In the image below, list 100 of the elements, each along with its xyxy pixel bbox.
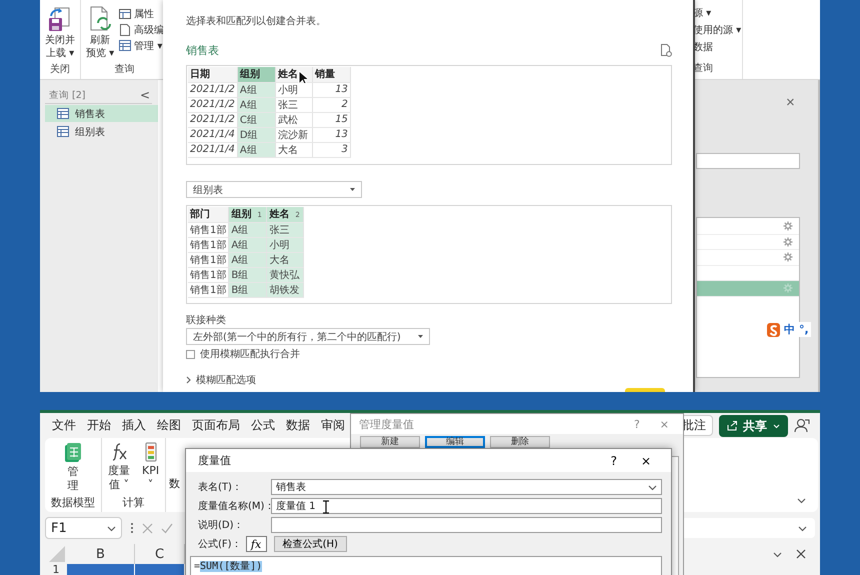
table-cell: 2021/1/2 (188, 97, 238, 112)
dialog-subtitle: 选择表和匹配列以创建合并表。 (186, 15, 327, 29)
ribbon-button[interactable]: 管 理 (63, 442, 83, 495)
ribbon-button[interactable]: 刷新 预览 ▾ (85, 4, 116, 62)
list-row[interactable] (697, 234, 799, 250)
group-label: 关闭 (49, 62, 71, 77)
kpi-icon (144, 442, 158, 462)
chevron-down-icon (798, 524, 807, 532)
ribbon-button[interactable]: 关闭并 上载 ▾ (44, 4, 76, 62)
field-label: 联接种类 (186, 314, 227, 328)
group-label: 数据模型 (51, 495, 95, 511)
ribbon-label: 数 (169, 476, 180, 492)
close-button[interactable] (796, 549, 806, 559)
menu-tab[interactable]: 插入 (122, 417, 146, 434)
dialog-title: 管理度量值 (359, 416, 414, 432)
table-icon (57, 108, 69, 119)
table-cell: 张三 (275, 97, 312, 112)
table-title: 销售表 (186, 42, 219, 58)
settings-icon (783, 221, 793, 232)
share-button[interactable]: 共享 (719, 414, 788, 436)
close-button[interactable]: × (786, 94, 795, 111)
table-cell: 13 (312, 127, 350, 142)
table-cell: 2021/1/2 (188, 82, 238, 97)
close-icon (796, 549, 806, 559)
menu-tab[interactable]: 页面布局 (192, 417, 240, 434)
table-cell: 张三 (266, 222, 304, 237)
column-header[interactable]: 日期 (188, 67, 238, 82)
group-label: 计算 (122, 495, 145, 511)
ribbon-button[interactable]: 度量 值 ˅ (108, 442, 130, 495)
table-cell: 13 (312, 82, 350, 97)
column-header[interactable]: 销量 (312, 67, 350, 82)
menu-tab[interactable]: 审阅 (321, 417, 345, 434)
menu-tab[interactable]: 开始 (87, 417, 111, 434)
table-cell: B组 (228, 267, 267, 282)
ribbon-button[interactable]: KPI ˅ (142, 442, 160, 495)
caret-icon (773, 422, 780, 428)
dialog-button[interactable]: 编辑 (425, 436, 485, 448)
table-cell: A组 (237, 82, 276, 97)
pane-header: 查询 [2] (49, 88, 86, 102)
settings-icon (783, 283, 793, 294)
text-field[interactable]: 度量值 1 (271, 498, 662, 514)
name-box[interactable]: F1 (45, 517, 122, 539)
settings-icon (783, 236, 793, 247)
join-kind-dropdown[interactable]: 左外部(第一个中的所有行，第二个中的匹配行) (186, 328, 430, 345)
checkbox[interactable] (186, 350, 195, 358)
table-icon (57, 126, 69, 137)
menu-tab[interactable]: 数据 (286, 417, 310, 434)
menu-tab[interactable]: 绘图 (157, 417, 181, 434)
column-header[interactable]: 组别 (237, 67, 276, 82)
formula-field[interactable]: =SUM([数量]) (190, 556, 662, 575)
help-button[interactable]: ? (628, 418, 646, 430)
share-icon (727, 420, 737, 431)
list-row[interactable] (697, 250, 799, 266)
list-row[interactable] (697, 281, 799, 296)
document-icon (119, 24, 132, 36)
table-cell: 大名 (275, 142, 312, 157)
close-button[interactable]: × (632, 454, 659, 468)
dropdown-field[interactable]: 销售表 (271, 479, 662, 495)
pointer-icon (298, 70, 307, 83)
cell-reference: F1 (51, 520, 67, 536)
menu-tab[interactable]: 公式 (251, 417, 275, 434)
table-cell: A组 (237, 142, 276, 157)
table-cell: A组 (228, 222, 267, 237)
table-cell: 2021/1/4 (188, 142, 238, 157)
collapse-button[interactable] (773, 550, 782, 558)
table-cell: 2 (312, 97, 350, 112)
field-label: 度量值名称(M)： (198, 500, 271, 513)
table-cell: 浣沙新 (275, 127, 312, 142)
column-header[interactable]: 部门 (188, 207, 229, 222)
chevron-down-icon (107, 524, 116, 532)
close-button[interactable]: × (654, 418, 675, 430)
chevron-down-icon (797, 497, 806, 504)
field-label: 表名(T)： (198, 480, 243, 494)
field-label: 说明(D)： (198, 519, 245, 532)
expander-link[interactable]: 模糊匹配选项 (196, 373, 256, 387)
query-item[interactable]: 组别表 (45, 123, 158, 140)
table-cell: 大名 (266, 252, 304, 267)
punctuation-mode: °, (799, 323, 809, 336)
collapse-button[interactable]: < (138, 88, 152, 102)
ribbon-button[interactable]: 管理 ▾ (119, 38, 164, 53)
function-button[interactable]: fx (246, 536, 267, 552)
list-row[interactable] (697, 219, 799, 234)
row-header[interactable]: 1 (45, 564, 67, 575)
dialog-button[interactable]: 新建 (360, 436, 420, 448)
table-cell: 黄快弘 (266, 267, 304, 282)
text-field[interactable] (271, 517, 662, 533)
dialog-button[interactable]: 删除 (490, 436, 550, 448)
settings-icon (783, 252, 793, 262)
help-button[interactable]: ? (602, 454, 625, 468)
menu-tab[interactable]: 文件 (52, 417, 76, 434)
field-label: 公式(F)： (198, 538, 242, 551)
query-item[interactable]: 销售表 (45, 105, 158, 122)
table-dropdown[interactable]: 组别表 (186, 181, 362, 198)
people-icon (794, 418, 810, 433)
text-field[interactable] (696, 153, 800, 169)
table-cell: A组 (228, 252, 267, 267)
table-cell: A组 (237, 97, 276, 112)
dropdown-arrow-icon (350, 188, 355, 191)
check-formula-button[interactable]: 检查公式(H) (274, 536, 347, 552)
dropdown-arrow-icon (418, 335, 423, 338)
